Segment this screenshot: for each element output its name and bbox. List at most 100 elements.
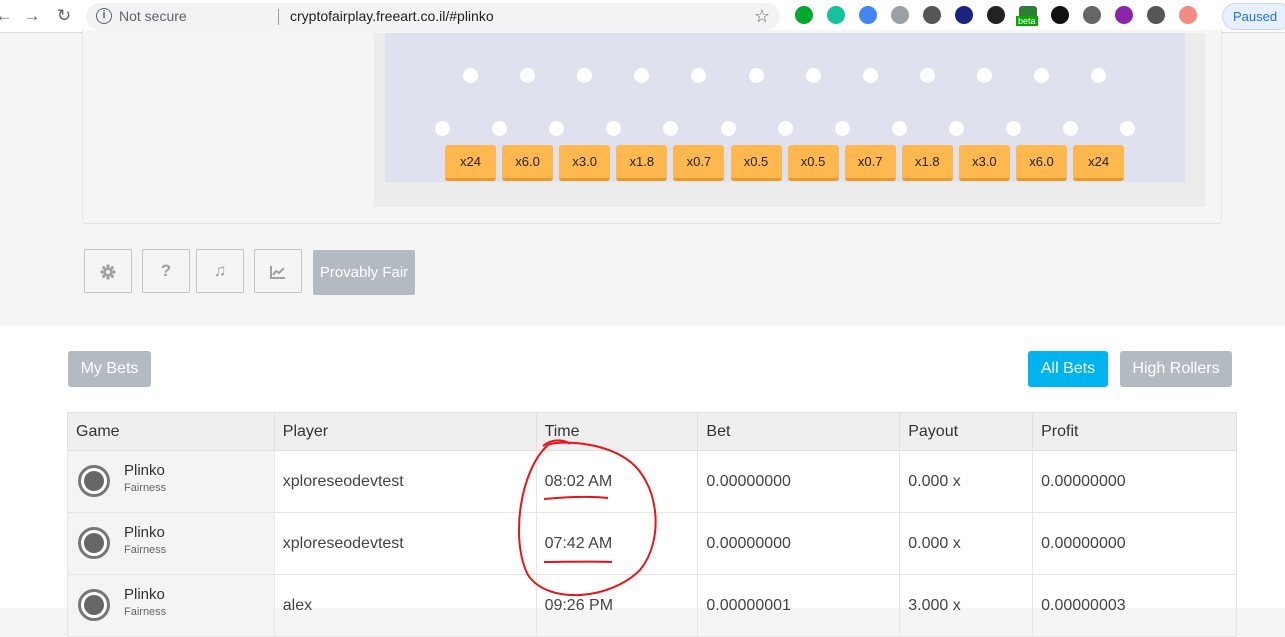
multiplier-slot: x1.8 [901, 145, 953, 181]
plinko-game-icon [78, 589, 110, 621]
peg [520, 68, 536, 83]
bet-cell: 0.00000000 [697, 512, 901, 575]
game-name: Plinko [124, 586, 165, 603]
paused-label: Paused [1233, 9, 1278, 24]
camera-icon[interactable] [891, 6, 909, 24]
note-icon[interactable] [1083, 6, 1101, 24]
multiplier-slot: x24 [445, 145, 496, 181]
help-icon: ? [160, 261, 172, 280]
help-button[interactable]: ? [142, 249, 190, 293]
peg [748, 68, 764, 83]
multiplier-slot: x0.5 [787, 145, 839, 181]
profile-paused-button[interactable]: Paused [1222, 3, 1285, 30]
separator [278, 9, 279, 25]
grammarly-icon[interactable] [827, 6, 845, 24]
bet-cell: 0.00000000 [697, 450, 901, 513]
multiplier-slot: x3.0 [559, 145, 611, 181]
peg [862, 68, 878, 83]
security-label: Not secure [119, 8, 187, 24]
forward-icon[interactable]: → [22, 6, 42, 26]
color-picker-icon[interactable] [987, 6, 1005, 24]
peg [976, 68, 992, 83]
high-rollers-button[interactable]: High Rollers [1120, 351, 1232, 387]
game-cell[interactable]: Plinko Fairness [67, 512, 275, 575]
peg [435, 121, 450, 136]
reload-icon[interactable]: ↻ [54, 6, 74, 26]
my-bets-button[interactable]: My Bets [68, 351, 151, 387]
info-icon[interactable]: i [96, 8, 112, 24]
column-header: Profit [1032, 412, 1237, 451]
table-row[interactable]: Plinko Fairness xploreseodevtest 07:42 A… [67, 512, 1237, 575]
url-text[interactable]: cryptofairplay.freeart.co.il/#plinko [290, 8, 494, 24]
sound-button[interactable]: ♫ [196, 249, 244, 293]
chart-icon [270, 265, 285, 279]
peg [1006, 121, 1021, 136]
stats-button[interactable] [254, 249, 302, 293]
peg [891, 121, 907, 136]
plinko-game-icon [78, 465, 110, 497]
beta-badge: beta [1016, 16, 1038, 26]
peg [1063, 121, 1079, 136]
browser-toolbar: ← → ↻ i Not secure cryptofairplay.freear… [0, 0, 1285, 33]
table-row[interactable]: Plinko Fairness xploreseodevtest 08:02 A… [67, 450, 1237, 513]
multiplier-slot: x0.7 [844, 145, 896, 181]
peg [777, 121, 793, 136]
time-cell: 09:26 PM [535, 574, 699, 637]
player-cell: xploreseodevtest [273, 512, 537, 575]
multiplier-slot: x6.0 [502, 145, 554, 181]
recycle-icon[interactable] [923, 6, 941, 24]
peg [919, 68, 935, 83]
column-header: Game [67, 412, 275, 451]
time-cell: 07:42 AM [535, 512, 699, 575]
arrow-icon[interactable] [1179, 6, 1197, 24]
multiplier-slot: x0.7 [673, 145, 725, 181]
bet-cell: 0.00000001 [697, 574, 901, 637]
multiplier-slot: x24 [1073, 145, 1125, 181]
table-header-row: Game Player Time Bet Payout Profit [67, 412, 1237, 451]
save-icon[interactable] [955, 6, 973, 24]
fairness-link[interactable]: Fairness [124, 544, 166, 556]
profit-cell: 0.00000003 [1032, 574, 1237, 637]
translate-icon[interactable] [859, 6, 877, 24]
peg [492, 121, 508, 136]
provably-fair-button[interactable]: Provably Fair [313, 250, 415, 295]
column-header: Time [535, 412, 699, 451]
peg [834, 121, 850, 136]
multiplier-slot: x6.0 [1016, 145, 1067, 181]
bookmark-star-icon[interactable]: ☆ [754, 6, 770, 27]
player-cell: alex [273, 574, 537, 637]
table-row[interactable]: Plinko Fairness alex 09:26 PM 0.00000001… [67, 574, 1237, 637]
fairness-link[interactable]: Fairness [124, 482, 166, 494]
peg [1091, 68, 1107, 83]
peg [720, 121, 736, 136]
game-cell[interactable]: Plinko Fairness [67, 450, 275, 513]
profit-cell: 0.00000000 [1032, 512, 1237, 575]
multiplier-slot: x0.5 [730, 145, 782, 181]
evernote-icon[interactable] [795, 6, 813, 24]
player-cell: xploreseodevtest [273, 450, 537, 513]
peg [948, 121, 964, 136]
all-bets-button[interactable]: All Bets [1028, 351, 1108, 387]
pen-icon[interactable] [1115, 6, 1133, 24]
address-bar[interactable]: i Not secure cryptofairplay.freeart.co.i… [86, 3, 780, 30]
game-name: Plinko [124, 462, 165, 479]
move-icon[interactable] [1147, 6, 1165, 24]
column-header: Bet [697, 412, 901, 451]
music-icon: ♫ [213, 261, 227, 280]
game-cell[interactable]: Plinko Fairness [67, 574, 275, 637]
peg [463, 68, 478, 83]
settings-button[interactable] [84, 249, 132, 293]
multiplier-slot: x3.0 [958, 145, 1010, 181]
column-header: Player [273, 412, 537, 451]
peg [1034, 68, 1049, 83]
beta-icon[interactable]: beta [1016, 6, 1038, 26]
payout-cell: 0.000 x [899, 512, 1034, 575]
back-icon[interactable]: ← [0, 6, 14, 26]
x-icon[interactable] [1051, 6, 1069, 24]
game-name: Plinko [124, 524, 165, 541]
bets-table: Game Player Time Bet Payout Profit Plink… [67, 412, 1237, 637]
payout-cell: 0.000 x [899, 450, 1034, 513]
peg [805, 68, 821, 83]
multiplier-slot: x1.8 [616, 145, 668, 181]
payout-cell: 3.000 x [899, 574, 1034, 637]
